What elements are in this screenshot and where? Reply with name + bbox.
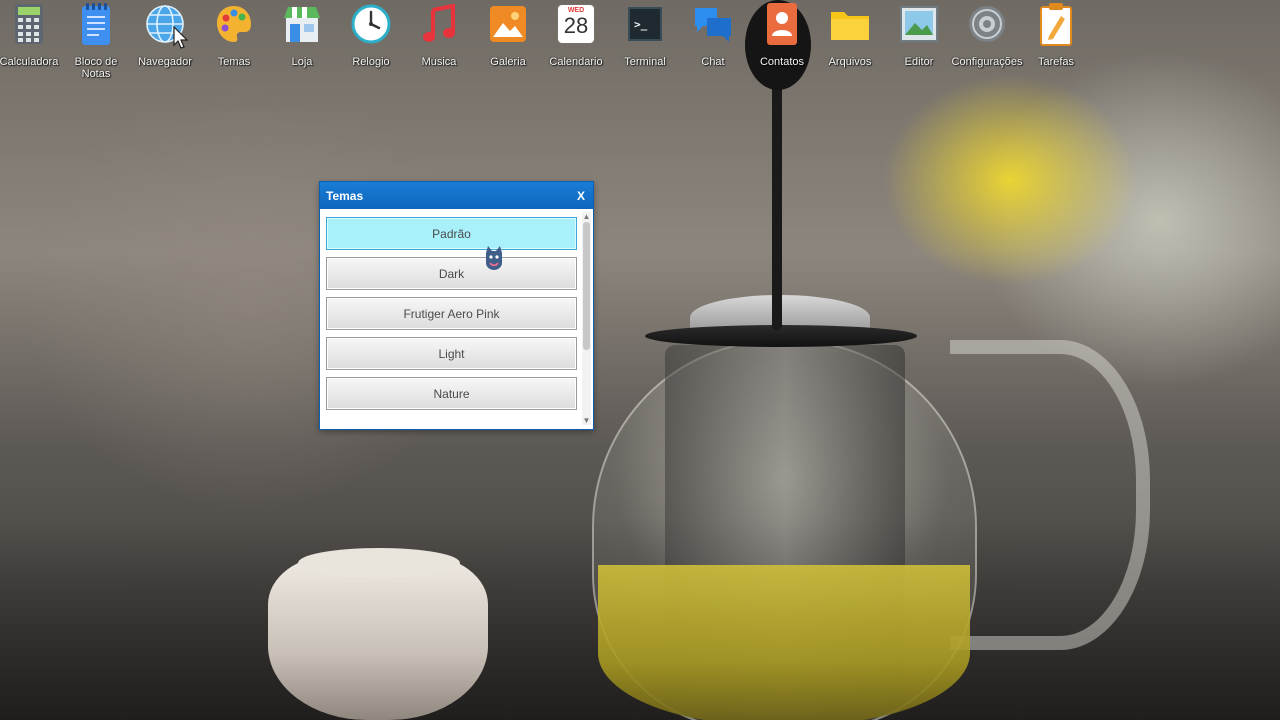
desktop-icon-label: Contatos: [759, 56, 805, 68]
desktop-icon-label: Calendario: [549, 56, 603, 68]
window-title: Temas: [326, 188, 364, 203]
desktop-icon-calendario[interactable]: WED 28 Calendario: [541, 2, 611, 68]
theme-button-nature[interactable]: Nature: [326, 377, 577, 410]
desktop-icon-calculadora[interactable]: Calculadora: [0, 2, 64, 68]
gallery-icon: [488, 2, 528, 46]
desktop-icon-label: Musica: [421, 56, 457, 68]
gear-icon: [967, 2, 1007, 46]
theme-button-light[interactable]: Light: [326, 337, 577, 370]
desktop-icon-label: Galeria: [490, 56, 526, 68]
theme-list: Padrão Dark Frutiger Aero Pink Light Nat…: [326, 217, 577, 417]
desktop-icon-chat[interactable]: Chat: [678, 2, 748, 68]
music-note-icon: [419, 2, 459, 46]
desktop-icon-label: Navegador: [138, 56, 192, 68]
wallpaper-teapot-handle: [950, 340, 1150, 650]
task-clipboard-icon: [1036, 2, 1076, 46]
desktop-wallpaper: [0, 0, 1280, 720]
desktop-icon-musica[interactable]: Musica: [404, 2, 474, 68]
chat-bubbles-icon: [693, 2, 733, 46]
desktop-icon-temas[interactable]: Temas: [199, 2, 269, 68]
desktop-icon-label: Tarefas: [1037, 56, 1075, 68]
calendar-day-number: 28: [563, 13, 589, 38]
theme-button-dark[interactable]: Dark: [326, 257, 577, 290]
theme-button-padrao[interactable]: Padrão: [326, 217, 577, 250]
contacts-icon: [762, 2, 802, 46]
wallpaper-teapot-lid: [645, 325, 917, 347]
theme-button-frutiger-aero-pink[interactable]: Frutiger Aero Pink: [326, 297, 577, 330]
notepad-icon: [76, 2, 116, 46]
wallpaper-cup-rim: [298, 548, 460, 578]
scroll-up-arrow[interactable]: ▲: [582, 212, 591, 221]
desktop-icon-contatos[interactable]: Contatos: [747, 2, 817, 68]
folder-icon: [830, 2, 870, 46]
image-editor-icon: [899, 2, 939, 46]
wallpaper-counter: [0, 520, 1280, 720]
desktop-icon-label: Terminal: [624, 56, 666, 68]
palette-icon: [214, 2, 254, 46]
temas-window: Temas X Padrão Dark Frutiger Aero Pink L…: [319, 181, 594, 430]
scroll-down-arrow[interactable]: ▼: [582, 416, 591, 425]
desktop-icon-label: Arquivos: [828, 56, 872, 68]
wallpaper-teapot-dome: [690, 295, 870, 340]
desktop-icon-editor[interactable]: Editor: [884, 2, 954, 68]
cat-cursor-icon: [486, 246, 502, 270]
desktop-icon-arquivos[interactable]: Arquivos: [815, 2, 885, 68]
desktop-icon-relogio[interactable]: Relogio: [336, 2, 406, 68]
store-icon: [282, 2, 322, 46]
close-button[interactable]: X: [577, 189, 585, 203]
desktop-icon-bloco-de-notas[interactable]: Bloco de Notas: [61, 2, 131, 80]
desktop-icon-galeria[interactable]: Galeria: [473, 2, 543, 68]
mouse-pointer-icon: [173, 26, 189, 49]
desktop-icon-loja[interactable]: Loja: [267, 2, 337, 68]
calculator-icon: [9, 2, 49, 46]
terminal-prompt: >_: [634, 17, 648, 31]
desktop-icon-label: Bloco de Notas: [74, 56, 118, 80]
calendar-icon: WED 28: [556, 2, 596, 46]
desktop-icon-terminal[interactable]: >_ Terminal: [610, 2, 680, 68]
wallpaper-plunger-rod: [772, 60, 782, 330]
desktop-icon-label: Temas: [217, 56, 251, 68]
wallpaper-cup: [268, 555, 488, 720]
theme-list-panel: Padrão Dark Frutiger Aero Pink Light Nat…: [320, 210, 593, 429]
desktop-icon-row: Calculadora Bloco de Notas Navegador Tem…: [0, 0, 1280, 90]
wallpaper-teapot-body: [592, 340, 977, 720]
vertical-scrollbar[interactable]: ▲ ▼: [582, 212, 591, 425]
desktop-icon-configuracoes[interactable]: Configurações: [952, 2, 1022, 68]
desktop-icon-label: Chat: [701, 56, 725, 68]
wallpaper-tea: [598, 565, 970, 720]
window-titlebar[interactable]: Temas X: [320, 182, 593, 209]
terminal-icon: >_: [625, 2, 665, 46]
desktop-icon-label: Calculadora: [0, 56, 59, 68]
desktop-icon-label: Editor: [904, 56, 934, 68]
desktop-icon-tarefas[interactable]: Tarefas: [1021, 2, 1091, 68]
desktop-icon-label: Relogio: [352, 56, 390, 68]
desktop-icon-navegador[interactable]: Navegador: [130, 2, 200, 68]
scroll-thumb[interactable]: [583, 222, 590, 350]
clock-icon: [351, 2, 391, 46]
wallpaper-teapot-filter: [665, 345, 905, 715]
desktop-icon-label: Configurações: [951, 56, 1023, 68]
desktop-icon-label: Loja: [291, 56, 313, 68]
